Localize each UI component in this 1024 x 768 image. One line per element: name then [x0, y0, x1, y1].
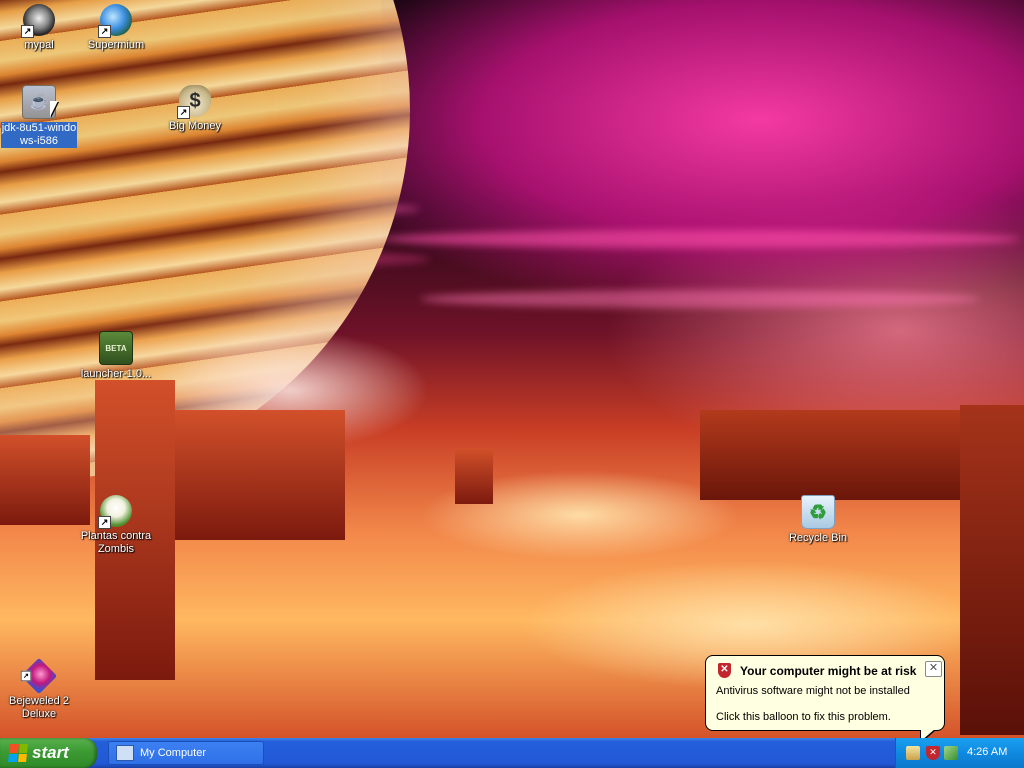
balloon-fix-link[interactable]: Click this balloon to fix this problem. [716, 711, 891, 723]
icon-label: Recycle Bin [788, 532, 848, 544]
taskbar: start My Computer ✕ 4:26 AM [0, 738, 1024, 768]
balloon-title: Your computer might be at risk [740, 664, 917, 678]
start-button[interactable]: start [0, 738, 97, 768]
start-label: start [32, 743, 69, 762]
shortcut-arrow-icon: ↗ [21, 25, 34, 38]
desktop-icon-recycle-bin[interactable]: ♻ Recycle Bin [779, 495, 857, 545]
desktop-icon-launcher[interactable]: BETA launcher-1.0... [77, 331, 155, 381]
security-alert-icon[interactable]: ✕ [926, 746, 940, 760]
desktop-icon-supermium[interactable]: ↗ Supermium [77, 4, 155, 52]
recycle-bin-icon: ♻ [801, 495, 835, 529]
desktop-icon-mypal[interactable]: ↗ mypal [0, 4, 78, 52]
icon-label: launcher-1.0... [80, 368, 152, 380]
desktop-icon-big-money[interactable]: $ ↗ Big Money [156, 85, 234, 133]
bejeweled-gem-icon: ↗ [20, 657, 58, 695]
plants-vs-zombies-icon: ↗ [98, 495, 132, 529]
shortcut-arrow-icon: ↗ [98, 516, 111, 529]
safely-remove-icon[interactable] [944, 746, 958, 760]
my-computer-icon [116, 745, 134, 761]
mypal-raccoon-icon: ↗ [21, 4, 55, 38]
desktop-icon-bejeweled[interactable]: ↗ Bejeweled 2 Deluxe [0, 657, 78, 721]
balloon-close-button[interactable]: ✕ [925, 661, 942, 677]
balloon-message: Antivirus software might not be installe… [716, 685, 910, 697]
security-balloon[interactable]: ✕ Your computer might be at risk ✕ Antiv… [705, 655, 945, 744]
icon-label: Supermium [87, 39, 145, 51]
desktop-icon-plantas-contra-zombis[interactable]: ↗ Plantas contra Zombis [77, 495, 155, 556]
taskbar-button-my-computer[interactable]: My Computer [108, 741, 264, 765]
icon-label: jdk-8u51-windo ws-i586 [0, 122, 78, 148]
shortcut-arrow-icon: ↗ [98, 25, 111, 38]
system-tray: ✕ 4:26 AM [895, 738, 1024, 768]
windows-flag-icon [8, 744, 28, 762]
security-shield-icon: ✕ [718, 663, 731, 678]
shortcut-arrow-icon: ↗ [177, 106, 190, 119]
supermium-browser-icon: ↗ [98, 4, 132, 38]
money-bag-icon: $ ↗ [177, 85, 211, 119]
taskbar-clock[interactable]: 4:26 AM [967, 746, 1007, 758]
icon-label: Plantas contra Zombis [80, 530, 152, 555]
betacraft-launcher-icon: BETA [99, 331, 133, 365]
mouse-cursor [50, 101, 58, 117]
desktop-icon-jdk-installer[interactable]: ☕ jdk-8u51-windo ws-i586 [0, 85, 78, 148]
task-button-label: My Computer [140, 747, 207, 759]
icon-label: mypal [24, 39, 54, 51]
icon-label: Big Money [169, 120, 221, 132]
network-icon[interactable] [906, 746, 920, 760]
shortcut-arrow-icon: ↗ [20, 670, 32, 682]
icon-label: Bejeweled 2 Deluxe [9, 695, 69, 720]
